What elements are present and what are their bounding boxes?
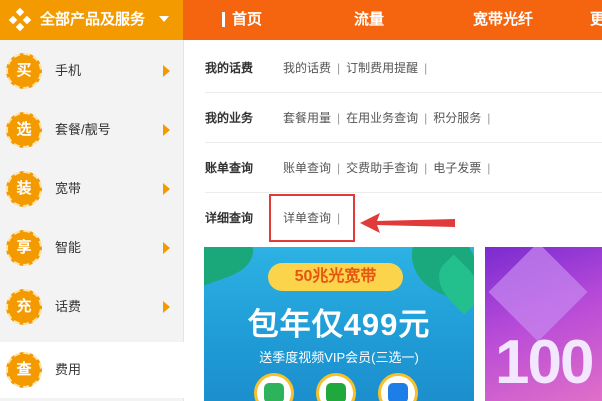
nav-data-traffic[interactable]: 流量	[354, 0, 384, 40]
separator: |	[337, 61, 341, 75]
promo-headline: 包年仅499元	[247, 307, 431, 342]
nav-broadband-fiber[interactable]: 宽带光纤	[473, 0, 533, 40]
top-nav-bar: 全部产品及服务 首页 流量 宽带光纤 更	[0, 0, 602, 40]
nav-more[interactable]: 更	[590, 0, 602, 40]
chevron-right-icon	[163, 301, 170, 313]
promo-banner-purple[interactable]: 100	[485, 247, 602, 401]
chevron-right-icon	[163, 65, 170, 77]
arrow-left-icon	[360, 213, 455, 233]
link-e-invoice[interactable]: 电子发票	[433, 161, 481, 175]
sidebar-item-plans-numbers[interactable]: 选 套餐/靓号	[0, 102, 184, 158]
row-category: 账单查询	[205, 161, 254, 175]
row-category: 我的话费	[205, 61, 254, 75]
promo-subline: 送季度视频VIP会员(三选一)	[259, 350, 419, 365]
separator: |	[337, 161, 341, 175]
all-products-menu[interactable]: 全部产品及服务	[0, 0, 183, 40]
separator: |	[337, 111, 341, 125]
sidebar-item-label: 宽带	[55, 181, 82, 196]
chevron-right-icon	[163, 242, 170, 254]
link-points-service[interactable]: 积分服务	[433, 111, 481, 125]
sidebar-item-label: 费用	[55, 362, 82, 377]
link-fee-reminder[interactable]: 订制费用提醒	[346, 61, 418, 75]
sidebar-item-label: 手机	[55, 63, 82, 78]
youku-app-icon	[378, 373, 418, 401]
video-app-icon	[254, 373, 294, 401]
link-my-bill[interactable]: 我的话费	[283, 61, 331, 75]
category-sidebar: 买 手机 选 套餐/靓号 装 宽带 享 智能 充 话费 查 费用	[0, 40, 184, 401]
badge-query: 查	[6, 352, 42, 388]
nav-divider-bar	[222, 12, 225, 27]
leaf-decoration	[204, 247, 260, 287]
diamond-grid-icon	[8, 8, 32, 32]
badge-buy: 买	[6, 53, 42, 89]
iqiyi-app-icon	[316, 373, 356, 401]
promo-banner-broadband[interactable]: 50兆光宽带 包年仅499元 送季度视频VIP会员(三选一)	[204, 247, 474, 401]
row-category: 详细查询	[205, 211, 254, 225]
sidebar-item-label: 智能	[55, 240, 82, 255]
link-active-services[interactable]: 在用业务查询	[346, 111, 418, 125]
chevron-right-icon	[163, 124, 170, 136]
separator: |	[487, 111, 491, 125]
promo-number: 100	[495, 328, 594, 397]
separator: |	[424, 111, 428, 125]
caret-down-icon	[159, 16, 169, 22]
all-products-label: 全部产品及服务	[40, 11, 146, 28]
row-category: 我的业务	[205, 111, 254, 125]
sidebar-item-broadband[interactable]: 装 宽带	[0, 161, 184, 217]
link-bill-query[interactable]: 账单查询	[283, 161, 331, 175]
badge-select: 选	[6, 112, 42, 148]
badge-enjoy: 享	[6, 230, 42, 266]
dropdown-row-my-services: 我的业务 套餐用量 | 在用业务查询 | 积分服务 |	[205, 93, 602, 143]
separator: |	[424, 161, 428, 175]
separator: |	[487, 161, 491, 175]
link-plan-usage[interactable]: 套餐用量	[283, 111, 331, 125]
separator: |	[424, 61, 428, 75]
sidebar-item-phone-bill[interactable]: 充 话费	[0, 279, 184, 335]
highlight-box	[269, 194, 355, 242]
dropdown-row-my-bill: 我的话费 我的话费 | 订制费用提醒 |	[205, 43, 602, 93]
sidebar-item-smart[interactable]: 享 智能	[0, 220, 184, 276]
sidebar-item-fees[interactable]: 查 费用	[0, 342, 184, 398]
badge-install: 装	[6, 171, 42, 207]
sidebar-item-phones[interactable]: 买 手机	[0, 43, 184, 99]
sidebar-item-label: 套餐/靓号	[55, 122, 111, 137]
chevron-right-icon	[163, 183, 170, 195]
dropdown-row-bill-query: 账单查询 账单查询 | 交费助手查询 | 电子发票 |	[205, 143, 602, 193]
promo-pill: 50兆光宽带	[268, 263, 403, 291]
link-payment-assistant[interactable]: 交费助手查询	[346, 161, 418, 175]
sidebar-item-label: 话费	[55, 299, 82, 314]
nav-home[interactable]: 首页	[232, 0, 262, 40]
badge-recharge: 充	[6, 289, 42, 325]
